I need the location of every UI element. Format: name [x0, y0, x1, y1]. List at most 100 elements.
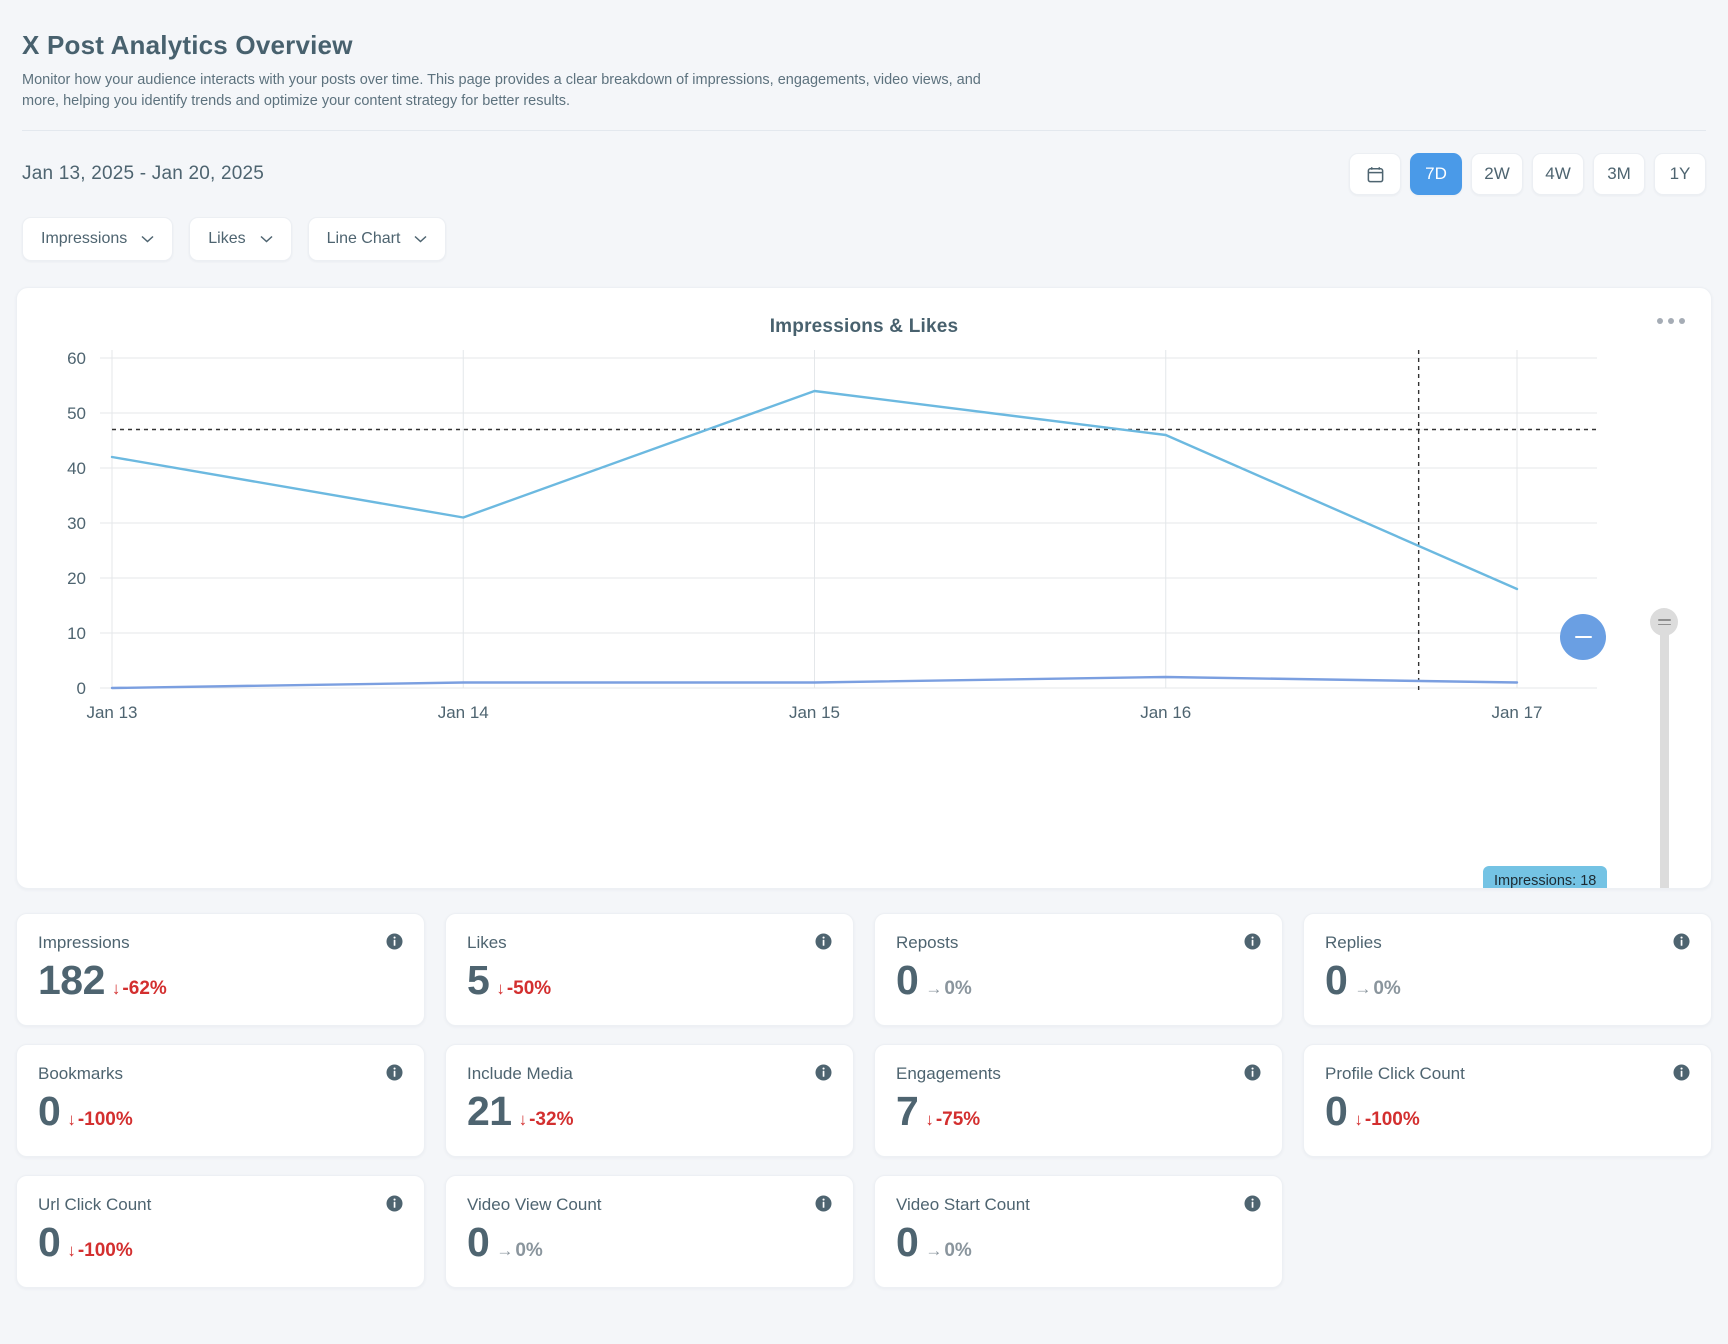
minus-icon [1575, 636, 1592, 638]
metric-dropdown-likes[interactable]: Likes [189, 217, 291, 261]
metric-card-header: Url Click Count [38, 1195, 403, 1215]
delta-arrow-icon: → [1354, 979, 1371, 999]
range-button-group: 7D 2W 4W 3M 1Y [1349, 153, 1706, 195]
svg-text:Jan 13: Jan 13 [86, 703, 137, 722]
metric-card-placeholder [1303, 1175, 1712, 1288]
delta-arrow-icon: ↓ [1354, 1110, 1363, 1130]
delta-value: 0% [515, 1240, 542, 1262]
vertical-range-scrollbar[interactable] [1657, 608, 1671, 889]
metric-delta: →0% [925, 978, 971, 1000]
delta-value: 0% [944, 1240, 971, 1262]
zoom-out-button[interactable] [1560, 614, 1606, 660]
metric-card-title: Impressions [38, 933, 130, 953]
metric-delta: ↓-62% [112, 978, 167, 1000]
metric-card-header: Reposts [896, 933, 1261, 953]
delta-value: -75% [936, 1109, 980, 1131]
metric-value: 0 [467, 1222, 489, 1263]
metric-delta: ↓-100% [67, 1240, 132, 1262]
metric-delta: ↓-100% [67, 1109, 132, 1131]
page-title: X Post Analytics Overview [22, 30, 1706, 61]
metric-delta: ↓-32% [519, 1109, 574, 1131]
metric-card-header: Bookmarks [38, 1064, 403, 1084]
metric-card-body: 0 ↓-100% [38, 1091, 403, 1132]
line-chart-svg: 0102030405060Jan 13Jan 14Jan 15Jan 16Jan… [17, 336, 1712, 756]
dropdown-label: Likes [208, 230, 245, 248]
metric-card-title: Likes [467, 933, 507, 953]
delta-arrow-icon: ↓ [925, 1110, 934, 1130]
delta-value: 0% [1373, 978, 1400, 1000]
delta-value: -62% [122, 978, 166, 1000]
metric-card-body: 0↓-100% [38, 1222, 403, 1263]
svg-text:Jan 16: Jan 16 [1140, 703, 1191, 722]
range-button-3m[interactable]: 3M [1593, 153, 1645, 195]
info-icon[interactable] [1673, 1064, 1690, 1081]
chart-plot-area: 0102030405060Jan 13Jan 14Jan 15Jan 16Jan… [17, 336, 1711, 756]
svg-text:Jan 15: Jan 15 [789, 703, 840, 722]
svg-text:0: 0 [77, 679, 86, 698]
info-icon[interactable] [386, 1064, 403, 1081]
metric-card: Video View Count 0 →0% [445, 1175, 854, 1288]
metric-delta: →0% [496, 1240, 542, 1262]
chart-type-dropdown[interactable]: Line Chart [308, 217, 447, 261]
range-button-4w[interactable]: 4W [1532, 153, 1584, 195]
info-icon[interactable] [386, 1195, 403, 1212]
metric-card-header: Profile Click Count [1325, 1064, 1690, 1084]
metric-card: Likes5↓-50% [445, 913, 854, 1026]
metric-value: 7 [896, 1091, 918, 1132]
metric-card-grid: Impressions182↓-62%Likes5↓-50%Reposts0→0… [0, 889, 1728, 1288]
delta-arrow-icon: ↓ [519, 1110, 528, 1130]
metric-card-body: 0 →0% [1325, 960, 1690, 1001]
metric-card: Reposts0→0% [874, 913, 1283, 1026]
delta-arrow-icon: ↓ [67, 1241, 76, 1261]
metric-card-header: Video View Count [467, 1195, 832, 1215]
vertical-scroll-track [1660, 622, 1669, 889]
info-icon[interactable] [1673, 933, 1690, 950]
delta-value: -50% [507, 978, 551, 1000]
delta-value: -100% [78, 1109, 133, 1131]
metric-delta: ↓-100% [1354, 1109, 1419, 1131]
info-icon[interactable] [815, 933, 832, 950]
range-button-1y[interactable]: 1Y [1654, 153, 1706, 195]
metric-card-title: Video View Count [467, 1195, 602, 1215]
info-icon[interactable] [815, 1064, 832, 1081]
calendar-icon [1366, 165, 1385, 184]
metric-card-body: 21 ↓-32% [467, 1091, 832, 1132]
metric-card-header: Replies [1325, 933, 1690, 953]
metric-card: Impressions182↓-62% [16, 913, 425, 1026]
delta-value: 0% [944, 978, 971, 1000]
chart-title: Impressions & Likes [17, 288, 1711, 338]
info-icon[interactable] [1244, 933, 1261, 950]
dropdown-label: Line Chart [327, 230, 401, 248]
delta-arrow-icon: → [925, 1241, 942, 1261]
kebab-menu-icon[interactable] [1657, 318, 1685, 324]
svg-text:40: 40 [67, 459, 86, 478]
range-button-2w[interactable]: 2W [1471, 153, 1523, 195]
delta-value: -100% [1365, 1109, 1420, 1131]
metric-card-title: Include Media [467, 1064, 573, 1084]
calendar-button[interactable] [1349, 153, 1401, 195]
metric-card-body: 0 ↓-100% [1325, 1091, 1690, 1132]
metric-delta: ↓-75% [925, 1109, 980, 1131]
metric-card-body: 7 ↓-75% [896, 1091, 1261, 1132]
metric-dropdown-impressions[interactable]: Impressions [22, 217, 173, 261]
info-icon[interactable] [1244, 1195, 1261, 1212]
metric-value: 0 [1325, 960, 1347, 1001]
controls-row: Jan 13, 2025 - Jan 20, 2025 7D 2W 4W 3M … [0, 131, 1728, 195]
range-button-7d[interactable]: 7D [1410, 153, 1462, 195]
metric-card-body: 0 →0% [467, 1222, 832, 1263]
metric-value: 0 [38, 1091, 60, 1132]
info-icon[interactable] [1244, 1064, 1261, 1081]
info-icon[interactable] [815, 1195, 832, 1212]
info-icon[interactable] [386, 933, 403, 950]
metric-card-title: Bookmarks [38, 1064, 123, 1084]
metric-card: Replies 0 →0% [1303, 913, 1712, 1026]
metric-value: 21 [467, 1091, 512, 1132]
delta-value: -32% [529, 1109, 573, 1131]
metric-value: 0 [1325, 1091, 1347, 1132]
delta-arrow-icon: → [496, 1241, 513, 1261]
svg-text:20: 20 [67, 569, 86, 588]
svg-text:50: 50 [67, 404, 86, 423]
metric-card: Video Start Count0→0% [874, 1175, 1283, 1288]
metric-card: Bookmarks 0 ↓-100% [16, 1044, 425, 1157]
chevron-down-icon [414, 235, 427, 243]
